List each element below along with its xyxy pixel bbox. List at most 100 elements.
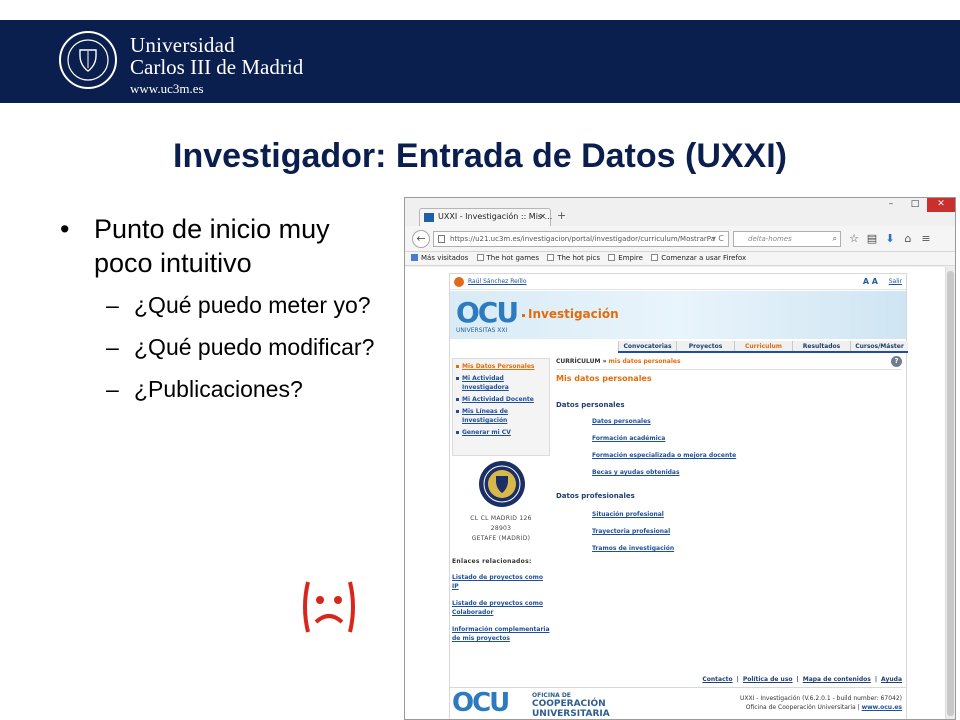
- user-name-link[interactable]: Raúl Sánchez Reíllo: [468, 274, 527, 289]
- menu-actividad-docente[interactable]: Mi Actividad Docente: [455, 395, 547, 404]
- left-menu: Mis Datos Personales Mi Actividad Invest…: [452, 358, 550, 456]
- favicon-icon: [424, 213, 434, 222]
- download-icon[interactable]: ⬇: [881, 230, 899, 248]
- lock-icon: [438, 235, 445, 243]
- bullet-list: • Punto de inicio muy poco intuitivo – ¿Q…: [60, 212, 390, 416]
- link-trayectoria-profesional[interactable]: Trayectoria profesional: [592, 528, 670, 535]
- footer-ocu-logo: OCU OFICINA DE COOPERACIÓN UNIVERSITARIA: [452, 688, 612, 719]
- footer-link-politica[interactable]: Política de uso: [743, 676, 793, 683]
- university-name: Universidad Carlos III de Madrid www.uc3…: [130, 34, 303, 98]
- menu-mis-datos-personales[interactable]: Mis Datos Personales: [455, 362, 547, 371]
- footer-link-contacto[interactable]: Contacto: [702, 676, 732, 683]
- address-line: GETAFE (MADRID): [471, 535, 531, 542]
- slide-title: Investigador: Entrada de Datos (UXXI): [173, 137, 787, 175]
- nav-cursos-master[interactable]: Cursos/Máster: [850, 341, 908, 351]
- url-text: https://u21.uc3m.es/investigacion/portal…: [450, 235, 715, 243]
- nav-proyectos[interactable]: Proyectos: [676, 341, 734, 351]
- university-seal-logo: [479, 461, 525, 507]
- footer-org-name: OFICINA DE COOPERACIÓN UNIVERSITARIA: [532, 692, 610, 719]
- footer-link-ayuda[interactable]: Ayuda: [881, 676, 902, 683]
- link-formacion-especializada[interactable]: Formación especializada o mejora docente: [592, 452, 736, 459]
- bookmark-item[interactable]: The hot games: [476, 252, 539, 265]
- navigation-toolbar: ← https://u21.uc3m.es/investigacion/port…: [405, 226, 955, 252]
- sub-bullet: – ¿Qué puedo modificar?: [106, 334, 375, 360]
- scrollbar-thumb[interactable]: [947, 271, 954, 716]
- reload-icon[interactable]: ▾ C: [712, 232, 724, 246]
- university-line2: Carlos III de Madrid: [130, 55, 304, 79]
- menu-actividad-investigadora[interactable]: Mi Actividad Investigadora: [455, 374, 547, 392]
- section-datos-personales: Datos personales: [556, 401, 625, 409]
- bookmark-item[interactable]: Comenzar a usar Firefox: [651, 252, 746, 265]
- nav-resultados[interactable]: Resultados: [792, 341, 850, 351]
- sub-bullet-text: ¿Qué puedo modificar?: [134, 334, 375, 360]
- university-website: www.uc3m.es: [130, 81, 204, 96]
- browser-tab[interactable]: UXXI - Investigación :: Mis ... ✕: [419, 208, 553, 226]
- address-bar[interactable]: https://u21.uc3m.es/investigacion/portal…: [433, 231, 729, 247]
- tab-title: UXXI - Investigación :: Mis ...: [438, 212, 553, 221]
- related-link[interactable]: Información complementaria de mis proyec…: [452, 625, 550, 643]
- close-tab-icon[interactable]: ✕: [539, 209, 546, 225]
- bullet-dot: •: [60, 214, 70, 244]
- version-text: UXXI - Investigación (V.6.2.0.1 - build …: [739, 695, 902, 702]
- left-sidebar: Mis Datos Personales Mi Actividad Invest…: [450, 354, 552, 719]
- top-navigation: Convocatorias Proyectos Curriculum Resul…: [618, 341, 908, 353]
- new-tab-icon[interactable]: +: [557, 209, 566, 222]
- user-bar: Raúl Sánchez Reíllo A A Salir: [450, 274, 906, 290]
- link-situacion-profesional[interactable]: Situación profesional: [592, 511, 664, 518]
- search-box[interactable]: delta-homes ⌕: [733, 231, 841, 247]
- related-links: Enlaces relacionados: Listado de proyect…: [452, 558, 550, 651]
- menu-lineas-investigacion[interactable]: Mis Líneas de Investigación: [455, 407, 547, 425]
- bookmark-item[interactable]: Empire: [608, 252, 643, 265]
- browser-window: – □ ✕ UXXI - Investigación :: Mis ... ✕ …: [404, 197, 956, 720]
- bullet-main: • Punto de inicio muy poco intuitivo: [60, 212, 390, 280]
- sub-bullet-text: ¿Qué puedo meter yo?: [134, 292, 371, 318]
- bullet-main-text: Punto de inicio muy poco intuitivo: [94, 214, 330, 278]
- nav-convocatorias[interactable]: Convocatorias: [618, 341, 676, 351]
- site-banner: OCU UNIVERSITAS XXI Investigación: [450, 291, 906, 339]
- related-link[interactable]: Listado de proyectos como Colaborador: [452, 599, 550, 617]
- search-placeholder: delta-homes: [748, 235, 792, 243]
- user-icon: [454, 277, 464, 287]
- brand-sub: UNIVERSITAS XXI: [456, 327, 508, 334]
- link-tramos-investigacion[interactable]: Tramos de investigación: [592, 545, 674, 552]
- related-links-title: Enlaces relacionados:: [452, 558, 532, 565]
- font-size-icon[interactable]: A A: [863, 274, 878, 289]
- slide: Universidad Carlos III de Madrid www.uc3…: [0, 0, 960, 720]
- breadcrumb-root[interactable]: CURRÍCULUM: [556, 358, 600, 365]
- page-viewport: Raúl Sánchez Reíllo A A Salir OCU UNIVER…: [405, 267, 947, 719]
- menu-generar-cv[interactable]: Generar mi CV: [455, 428, 547, 437]
- ocu-logo-mark: OCU: [452, 688, 510, 718]
- footer-link-mapa[interactable]: Mapa de contenidos: [803, 676, 871, 683]
- sub-bullet-text: ¿Publicaciones?: [134, 376, 303, 402]
- link-datos-personales[interactable]: Datos personales: [592, 418, 651, 425]
- vertical-scrollbar[interactable]: [945, 267, 955, 719]
- sad-face-icon: [303, 581, 355, 633]
- brand-title: Investigación: [522, 307, 619, 321]
- version-info: UXXI - Investigación (V.6.2.0.1 - build …: [740, 694, 902, 712]
- office-text: Oficina de Cooperación Universitaria |: [745, 704, 860, 711]
- divider: [556, 369, 902, 370]
- search-icon[interactable]: ⌕: [833, 232, 837, 246]
- breadcrumb-current: mis datos personales: [608, 358, 681, 365]
- link-formacion-academica[interactable]: Formación académica: [592, 435, 665, 442]
- link-becas-ayudas[interactable]: Becas y ayudas obtenidas: [592, 469, 680, 476]
- university-line1: Universidad: [130, 33, 235, 57]
- logout-link[interactable]: Salir: [889, 274, 902, 289]
- footer-links: Contacto | Política de uso | Mapa de conteni…: [702, 676, 902, 683]
- bookmark-item[interactable]: Más visitados: [411, 252, 468, 265]
- bookmark-star-icon[interactable]: ☆: [845, 230, 863, 248]
- help-icon[interactable]: ?: [891, 356, 902, 367]
- main-content: CURRÍCULUM » mis datos personales ? Mis …: [554, 354, 906, 654]
- related-link[interactable]: Listado de proyectos como IP: [452, 573, 550, 591]
- home-icon[interactable]: ⌂: [899, 230, 917, 248]
- sub-bullet: – ¿Qué puedo meter yo?: [106, 292, 371, 318]
- ocu-logo: OCU: [456, 296, 519, 329]
- menu-icon[interactable]: ≡: [917, 230, 935, 248]
- sub-bullet: – ¿Publicaciones?: [106, 376, 303, 402]
- bookmark-item[interactable]: The hot pics: [547, 252, 600, 265]
- nav-curriculum[interactable]: Curriculum: [734, 341, 792, 351]
- address-block: CL CL MADRID 126 28903 GETAFE (MADRID): [450, 514, 552, 544]
- back-icon[interactable]: ←: [412, 230, 430, 248]
- office-url-link[interactable]: www.ocu.es: [862, 704, 902, 711]
- reading-list-icon[interactable]: ▤: [863, 230, 881, 248]
